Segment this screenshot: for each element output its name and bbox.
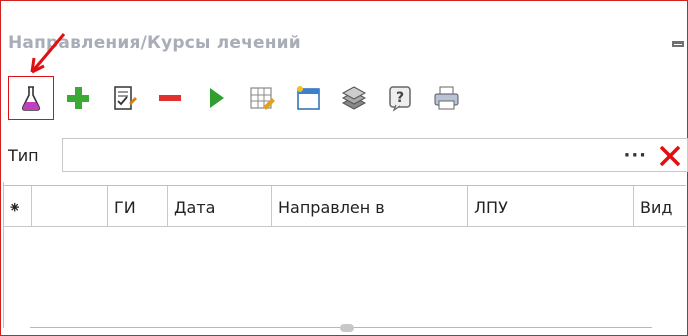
column-header-blank[interactable] [32,186,108,226]
type-input[interactable]: ··· [62,138,688,172]
stack-icon [341,86,367,110]
column-header-marker[interactable]: ⁕ [4,186,32,226]
grid-edit-icon [250,87,275,110]
svg-text:?: ? [396,90,404,106]
help-icon: ? [389,86,411,112]
panel-title: Направления/Курсы лечений [8,33,301,53]
column-header-gi[interactable]: ГИ [108,186,168,226]
edit-document-icon [114,86,137,110]
column-header-date[interactable]: Дата [168,186,272,226]
type-label: Тип [8,146,39,165]
panel-minimize-button[interactable] [672,41,684,47]
directions-grid: ⁕ ГИ Дата Направлен в ЛПУ Вид [4,185,686,326]
column-header-type[interactable]: Вид [634,186,686,226]
minus-icon [159,95,181,101]
type-filter-row: Тип ··· [8,138,688,174]
clear-icon[interactable] [657,143,683,169]
grid-body [4,227,686,326]
print-button[interactable] [426,78,466,118]
toolbar: ? [8,76,488,122]
print-icon [434,86,459,110]
help-button[interactable]: ? [380,78,420,118]
plus-icon [67,87,89,109]
flask-icon [21,86,41,111]
column-header-lpu[interactable]: ЛПУ [468,186,634,226]
column-header-directed-to[interactable]: Направлен в [272,186,468,226]
new-window-icon [297,86,320,110]
lab-flask-button[interactable] [8,76,54,120]
new-window-button[interactable] [288,78,328,118]
run-button[interactable] [196,78,236,118]
scrollbar-thumb[interactable] [340,324,354,332]
add-button[interactable] [58,78,98,118]
stack-button[interactable] [334,78,374,118]
panel-header: Направления/Курсы лечений [8,30,684,62]
edit-button[interactable] [104,78,144,118]
play-icon [210,88,224,108]
edit-grid-button[interactable] [242,78,282,118]
browse-button[interactable]: ··· [623,145,647,166]
delete-button[interactable] [150,78,190,118]
grid-header: ⁕ ГИ Дата Направлен в ЛПУ Вид [4,186,686,227]
horizontal-scrollbar[interactable] [30,324,652,335]
